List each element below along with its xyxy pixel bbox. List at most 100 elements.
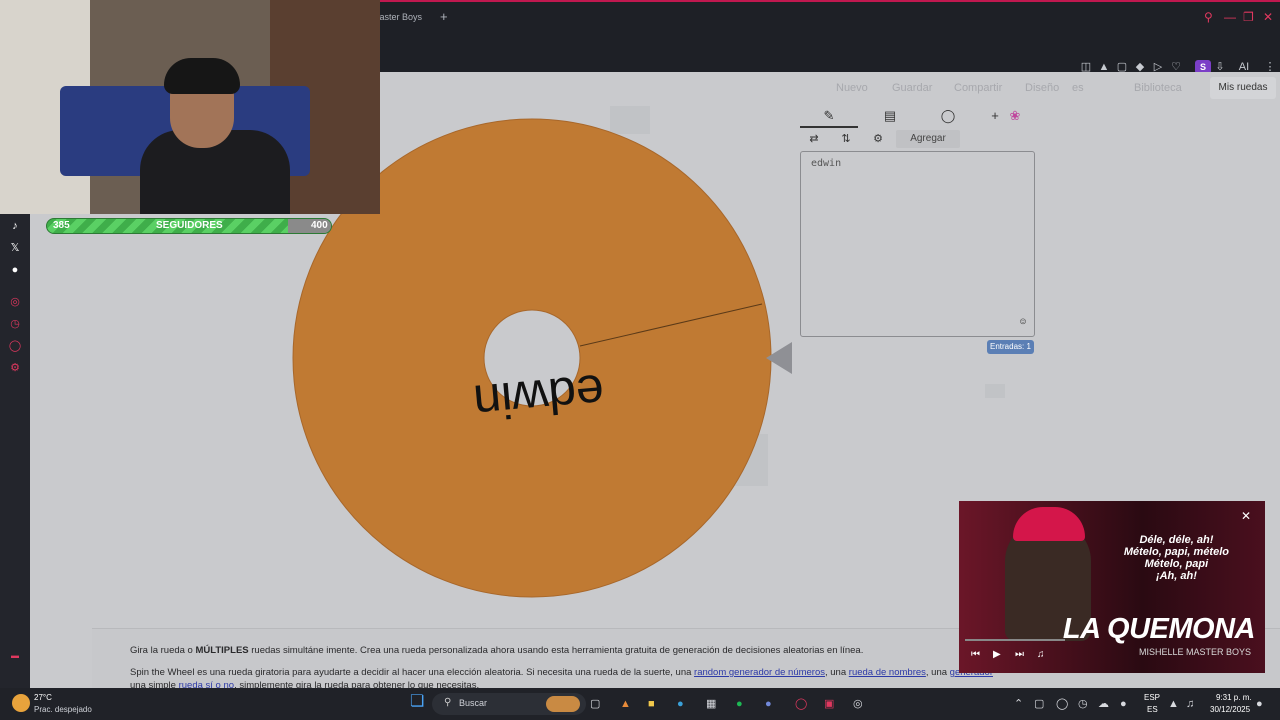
description-line-3: una simple rueda sí o no, simplemente gi… [130, 680, 479, 688]
app-icon[interactable]: ▲ [620, 696, 631, 712]
rail-footer-icon[interactable]: ▬ [7, 648, 23, 664]
link-random-numbers[interactable]: random generador de números [694, 667, 825, 678]
player-title: LA QUEMONA [1062, 613, 1256, 645]
description-line-2: Spin the Wheel es una rueda giratoria pa… [130, 667, 993, 679]
ghost-block [985, 384, 1005, 398]
lyric-line: Déle, déle, ah! [1139, 534, 1214, 546]
sort-icon[interactable]: ⇅ [832, 132, 860, 145]
desc-bold: MÚLTIPLES [195, 645, 249, 656]
volume-icon[interactable]: ♫ [1037, 649, 1045, 660]
desc-text: , simplemente gira la rueda para obtener… [234, 680, 480, 688]
desc-text: ruedas simultáne imente. Crea una rueda … [248, 645, 864, 656]
clipboard-tab[interactable]: ▤ [876, 108, 904, 124]
microphone-icon[interactable]: ● [1120, 696, 1127, 712]
nav-save[interactable]: Guardar [892, 80, 932, 96]
player-progress[interactable] [965, 639, 1065, 641]
language-top[interactable]: ESP [1144, 693, 1160, 702]
nav-language[interactable]: es [1072, 80, 1084, 96]
lyric-line: Mételo, papi [1144, 558, 1209, 570]
x-icon[interactable]: 𝕏 [7, 240, 23, 256]
clock-icon[interactable]: ◷ [7, 316, 23, 332]
player-artist: MISHELLE MASTER BOYS [1138, 647, 1251, 657]
search-highlight [546, 696, 580, 712]
discord-icon[interactable]: ● [7, 262, 23, 278]
next-icon[interactable]: ⏭ [1015, 649, 1024, 660]
taskbar-search[interactable]: ⚲ Buscar [432, 693, 586, 715]
weather-temp: 27°C [34, 693, 52, 702]
description-line-1: Gira la rueda o MÚLTIPLES ruedas simultá… [130, 645, 863, 657]
entry-line: edwin [811, 158, 842, 169]
restore-icon[interactable]: ❐ [1243, 8, 1254, 26]
weather-desc: Prac. despejado [34, 705, 92, 714]
chat-icon[interactable]: ◯ [7, 338, 23, 354]
nav-new[interactable]: Nuevo [836, 80, 868, 96]
desc-text: , una [825, 667, 849, 678]
spotify-icon[interactable]: ● [736, 696, 743, 712]
tray-icon[interactable]: ☁ [1098, 696, 1109, 712]
emoji-icon[interactable]: ☺ [1020, 317, 1026, 328]
language-bottom[interactable]: ES [1147, 705, 1158, 714]
task-view-icon[interactable]: ▢ [590, 696, 600, 712]
followers-goal: 400 [311, 220, 328, 231]
tray-icon[interactable]: ◯ [1056, 696, 1068, 712]
followers-current: 385 [53, 220, 70, 231]
discord-icon[interactable]: ● [765, 696, 772, 712]
settings-icon[interactable]: ⚙ [7, 360, 23, 376]
speaker-icon[interactable]: ♫ [1186, 696, 1194, 712]
nav-design[interactable]: Diseño [1025, 80, 1059, 96]
search-icon: ⚲ [444, 697, 452, 708]
hide-tab[interactable]: ◯ [934, 108, 962, 124]
opera-icon[interactable]: ◯ [795, 696, 807, 712]
previous-icon[interactable]: ⏮ [971, 649, 980, 660]
desc-text: , una [925, 667, 950, 678]
add-image-button[interactable]: Agregar [896, 130, 960, 148]
close-icon[interactable]: ✕ [1263, 8, 1273, 26]
edge-icon[interactable]: ● [677, 696, 684, 712]
lyric-line: Mételo, papi, mételo [1123, 546, 1229, 558]
wifi-icon[interactable]: ▲ [1168, 696, 1179, 712]
clock-date[interactable]: 30/12/2025 [1210, 705, 1250, 714]
edit-tab[interactable]: ✎ [800, 108, 858, 128]
search-icon[interactable]: ⚲ [1204, 8, 1213, 26]
clock-time[interactable]: 9:31 p. m. [1216, 693, 1252, 702]
desc-text: Gira la rueda o [130, 645, 196, 656]
minimize-icon[interactable]: — [1224, 8, 1236, 26]
link-name-wheel[interactable]: rueda de nombres [849, 667, 926, 678]
lyric-line: ¡Ah, ah! [1155, 570, 1197, 582]
entries-count-badge: Entradas: 1 [987, 340, 1034, 354]
link-yes-no-wheel[interactable]: rueda sí o no [179, 680, 234, 688]
tray-chevron-icon[interactable]: ⌃ [1014, 696, 1023, 712]
settings-icon[interactable]: ⚙ [864, 132, 892, 145]
windows-start-icon[interactable]: ❏ [410, 694, 424, 710]
add-wheel-icon[interactable]: + [986, 108, 1004, 123]
tray-icon[interactable]: ▢ [1034, 696, 1044, 712]
entries-textarea[interactable]: edwin ☺ [800, 151, 1035, 337]
player-lyrics: Déle, déle, ah! Mételo, papi, mételo Mét… [1124, 534, 1229, 582]
mini-player[interactable]: ✕ Déle, déle, ah! Mételo, papi, mételo M… [959, 501, 1265, 673]
close-icon[interactable]: ✕ [1241, 509, 1251, 523]
my-wheels-button[interactable]: Mis ruedas [1210, 77, 1276, 99]
followers-goal-bar: 385 SEGUIDORES 400 [46, 218, 332, 234]
followers-label: SEGUIDORES [156, 220, 223, 231]
wps-icon[interactable]: ▣ [824, 696, 834, 712]
kick-icon[interactable]: ◎ [7, 294, 23, 310]
weather-icon[interactable] [12, 694, 30, 712]
tiktok-icon[interactable]: ♪ [7, 218, 23, 234]
webcam-overlay [0, 0, 380, 214]
new-tab-button[interactable]: + [440, 8, 448, 26]
store-icon[interactable]: ▦ [706, 696, 716, 712]
color-wheel-icon[interactable]: ❀ [1006, 108, 1024, 124]
windows-taskbar: 27°C Prac. despejado ❏ ⚲ Buscar ▢ ▲ ■ ● … [0, 688, 1280, 720]
shuffle-icon[interactable]: ⇄ [800, 132, 828, 145]
obs-icon[interactable]: ◎ [853, 696, 863, 712]
wheel-pointer [766, 342, 792, 374]
nav-share[interactable]: Compartir [954, 80, 1002, 96]
notifications-icon[interactable]: ● [1256, 696, 1263, 712]
tray-icon[interactable]: ◷ [1078, 696, 1088, 712]
webcam-hair [164, 58, 240, 94]
desc-text: una simple [130, 680, 179, 688]
play-icon[interactable]: ▶ [993, 649, 1001, 660]
file-explorer-icon[interactable]: ■ [648, 696, 655, 712]
nav-library[interactable]: Biblioteca [1134, 80, 1182, 96]
desc-text: Spin the Wheel es una rueda giratoria pa… [130, 667, 695, 678]
